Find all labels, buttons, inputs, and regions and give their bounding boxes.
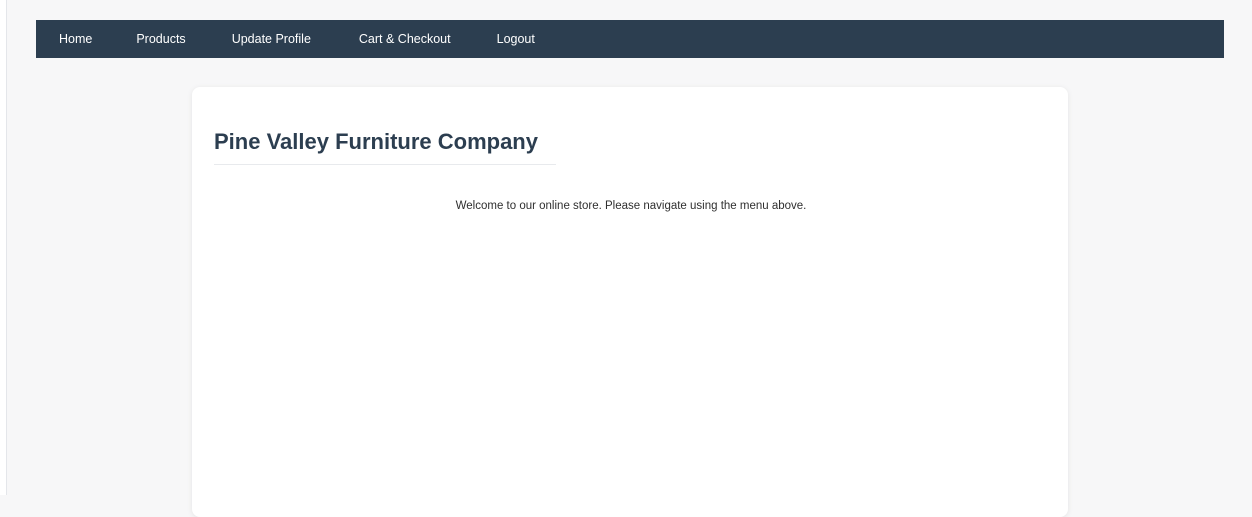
main-content-card: Pine Valley Furniture Company Welcome to… xyxy=(192,87,1068,517)
welcome-message: Welcome to our online store. Please navi… xyxy=(455,200,807,212)
nav-update-profile-link[interactable]: Update Profile xyxy=(232,20,311,58)
nav-cart-checkout-link[interactable]: Cart & Checkout xyxy=(359,20,451,58)
window-left-edge xyxy=(0,0,7,495)
nav-logout-link[interactable]: Logout xyxy=(497,20,535,58)
page-title: Pine Valley Furniture Company xyxy=(214,129,538,154)
nav-home-link[interactable]: Home xyxy=(59,20,92,58)
title-divider xyxy=(214,164,556,165)
nav-products-link[interactable]: Products xyxy=(136,20,185,58)
top-navbar: Home Products Update Profile Cart & Chec… xyxy=(36,20,1224,58)
